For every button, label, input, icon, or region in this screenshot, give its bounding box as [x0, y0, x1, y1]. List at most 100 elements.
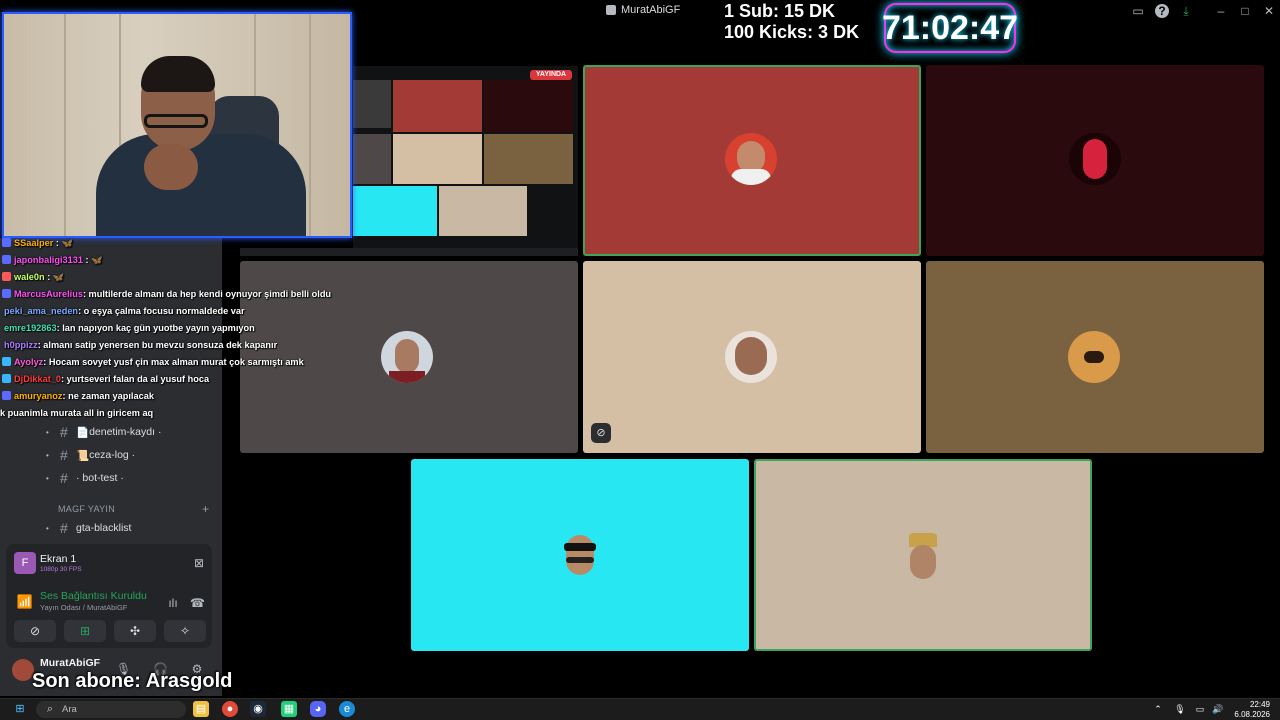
- tile-dog[interactable]: [926, 261, 1264, 453]
- chat-line: emre192863: lan napıyon kaç gün yuotbe y…: [0, 323, 255, 333]
- help-icon[interactable]: ?: [1155, 4, 1169, 18]
- participant-avatar: [1069, 133, 1121, 185]
- chat-msg: : o eşya çalma focusu normaldede var: [78, 306, 245, 316]
- activities-button[interactable]: ✣: [114, 620, 156, 642]
- last-subscriber-overlay: Son abone: Arasgold: [32, 670, 233, 692]
- voice-status: Ses Bağlantısı Kuruldu: [40, 590, 147, 602]
- bullet-icon: •: [46, 523, 49, 533]
- preview-toolbar: [240, 248, 578, 256]
- preview-tile: [353, 186, 437, 236]
- file-explorer-icon[interactable]: ▤: [193, 701, 209, 717]
- maximize-icon[interactable]: □: [1238, 4, 1252, 18]
- preview-tile: [353, 80, 391, 128]
- chat-user: wale0n: [14, 272, 45, 282]
- chat-line: k puanimla murata all in giricem aq: [0, 408, 153, 418]
- participant-avatar: [554, 529, 606, 581]
- screen-share-icon: F: [14, 552, 36, 574]
- streamer-hair: [141, 56, 215, 92]
- chat-line: wale0n : 🦋: [0, 272, 64, 283]
- soundboard-button[interactable]: ✧: [164, 620, 206, 642]
- clock-date: 6.08.2026: [1234, 710, 1270, 719]
- windows-start-icon[interactable]: ⊞: [12, 701, 28, 717]
- taskbar-search[interactable]: Ara: [36, 701, 186, 718]
- app-title-text: MuratAbiGF: [621, 4, 681, 16]
- user-name: MuratAbiGF: [40, 657, 101, 669]
- channel-label: ceza-log ·: [89, 449, 136, 461]
- spotify-like-icon[interactable]: ▦: [281, 701, 297, 717]
- chat-user: amuryanoz: [14, 391, 63, 401]
- live-badge: YAYINDA: [530, 70, 572, 80]
- participant-avatar: [381, 331, 433, 383]
- chat-line: h0ppizz: almanı satip yenersen bu mevzu …: [0, 340, 277, 350]
- tile-red-mask[interactable]: [926, 65, 1264, 256]
- preview-tile: [393, 134, 482, 184]
- streamer-hand: [144, 144, 198, 190]
- streamer-body: [96, 134, 306, 236]
- volume-icon[interactable]: 🔊: [1210, 701, 1226, 717]
- sub-line-1: 1 Sub: 15 DK: [724, 1, 836, 21]
- tile-crowned-man[interactable]: [754, 459, 1092, 651]
- minimize-icon[interactable]: –: [1214, 4, 1228, 18]
- channel-ceza-log[interactable]: • # 📜 ceza-log ·: [0, 444, 222, 466]
- tray-chevron-icon[interactable]: ⌃: [1150, 701, 1166, 717]
- steam-icon[interactable]: ◉: [250, 701, 266, 717]
- search-icon: ⌕: [46, 703, 54, 715]
- close-icon[interactable]: ✕: [1262, 4, 1276, 18]
- download-icon[interactable]: ⤓: [1179, 4, 1193, 18]
- screen-share-button[interactable]: ⊞: [64, 620, 106, 642]
- chat-user: DjDikkat_0: [14, 374, 61, 384]
- disconnect-icon[interactable]: ☎: [190, 596, 205, 610]
- chrome-icon[interactable]: ●: [222, 701, 238, 717]
- chat-line: amuryanoz: ne zaman yapılacak: [0, 391, 154, 401]
- inbox-icon[interactable]: ▭: [1131, 4, 1145, 18]
- channel-denetim-kaydi[interactable]: • # 📄 denetim-kaydı ·: [0, 421, 222, 443]
- video-off-icon: ⊘: [591, 423, 611, 443]
- stream-preview[interactable]: [353, 66, 578, 254]
- camera-off-button[interactable]: ⊘: [14, 620, 56, 642]
- chat-msg: : almanı satip yenersen bu mevzu sonsuza…: [37, 340, 278, 350]
- bullet-icon: •: [46, 450, 49, 460]
- chat-line: Ayolyz: Hocam sovyet yusf çin max alman …: [0, 357, 304, 367]
- preview-tile: [439, 186, 527, 236]
- chat-line: japonbaligi3131 : 🦋: [0, 255, 103, 266]
- chat-line: peki_ama_neden: o eşya çalma focusu norm…: [0, 306, 245, 316]
- emote-icon: 🦋: [61, 238, 73, 248]
- sub-line-2: 100 Kicks: 3 DK: [724, 22, 860, 42]
- network-icon[interactable]: ▭: [1192, 701, 1208, 717]
- chat-user: peki_ama_neden: [4, 306, 79, 316]
- clock-time: 22:49: [1249, 700, 1270, 709]
- tray-mic-icon[interactable]: 🎙: [1172, 701, 1188, 717]
- participant-avatar: [725, 331, 777, 383]
- channel-bot-test[interactable]: • # · bot-test ·: [0, 467, 222, 489]
- preview-tile: [393, 80, 482, 132]
- chat-user: SSaalper: [14, 238, 54, 248]
- edge-icon[interactable]: e: [339, 701, 355, 717]
- noise-suppression-icon[interactable]: ılı: [166, 596, 180, 610]
- participant-avatar: [897, 531, 949, 583]
- hash-icon: #: [60, 520, 68, 536]
- user-avatar[interactable]: [12, 659, 34, 681]
- chat-line: SSaalper : 🦋: [0, 238, 73, 249]
- channel-gta-blacklist[interactable]: • # gta-blacklist: [0, 517, 222, 539]
- streamer-glasses: [144, 114, 208, 128]
- chat-line: DjDikkat_0: yurtseveri falan da al yusuf…: [0, 374, 209, 384]
- add-channel-icon[interactable]: +: [202, 502, 209, 516]
- emote-icon: 🦋: [91, 255, 103, 265]
- chat-user: h0ppizz: [4, 340, 38, 350]
- channel-icon: 📄: [76, 426, 90, 439]
- discord-logo-icon: [606, 5, 616, 15]
- voice-channel: Yayın Odası / MuratAbiGF: [40, 603, 128, 612]
- category-magf-yayin[interactable]: MAGF YAYIN: [58, 504, 115, 514]
- tile-red-man[interactable]: [583, 65, 921, 256]
- screen-share-title: Ekran 1: [40, 553, 77, 565]
- bullet-icon: •: [46, 427, 49, 437]
- stop-share-icon[interactable]: ⊠: [192, 556, 206, 570]
- tile-sunglasses-man[interactable]: [411, 459, 749, 651]
- taskbar-clock[interactable]: 22:49 6.08.2026: [1228, 700, 1270, 720]
- hash-icon: #: [60, 447, 68, 463]
- chat-msg: : multilerde almanı da hep kendi oynuyor…: [82, 289, 332, 299]
- discord-taskbar-icon[interactable]: ◕: [310, 701, 326, 717]
- chat-user: Ayolyz: [14, 357, 44, 367]
- hash-icon: #: [60, 424, 68, 440]
- tile-man-selfie[interactable]: ⊘: [583, 261, 921, 453]
